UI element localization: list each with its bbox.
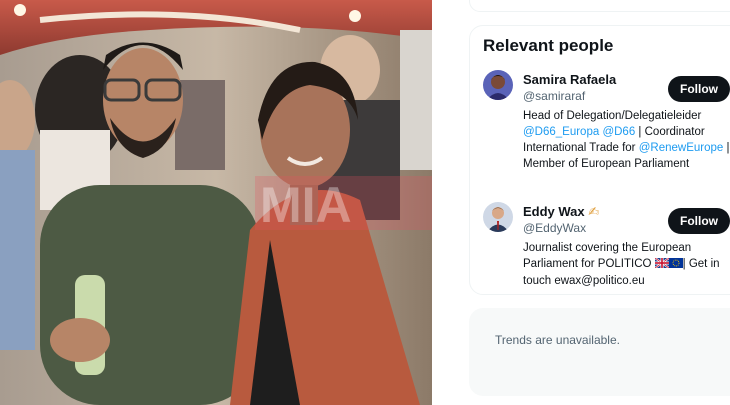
follow-button[interactable]: Follow [668, 76, 730, 102]
trends-card: Trends are unavailable. [469, 308, 730, 396]
person-handle[interactable]: @samiraraf [523, 89, 585, 103]
column-separator [432, 0, 444, 405]
trends-unavailable-text: Trends are unavailable. [495, 333, 620, 347]
person-bio: Head of Delegation/Delegatieleider @D66_… [523, 108, 730, 172]
person-name[interactable]: Samira Rafaela [523, 72, 616, 87]
person-handle[interactable]: @EddyWax [523, 221, 586, 235]
person-name-text[interactable]: Eddy Wax [523, 204, 585, 219]
uk-flag-icon [654, 257, 670, 273]
watermark-text: MIA [260, 177, 352, 233]
person-name[interactable]: Eddy Wax ✍ [523, 204, 599, 220]
person-bio: Journalist covering the European Parliam… [523, 240, 730, 289]
avatar[interactable] [483, 70, 513, 100]
photo-illustration: MIA [0, 0, 432, 405]
person-item[interactable]: Samira Rafaela @samiraraf Follow Head of… [470, 70, 730, 194]
relevant-people-card: Relevant people Samira Rafaela @samirara… [469, 25, 730, 295]
avatar[interactable] [483, 202, 513, 232]
writing-hand-icon: ✍ [588, 204, 600, 219]
right-sidebar: Relevant people Samira Rafaela @samirara… [444, 0, 730, 405]
bio-mention-link[interactable]: @D66 [602, 126, 635, 138]
follow-button[interactable]: Follow [668, 208, 730, 234]
bio-text: Head of Delegation/Delegatieleider [523, 110, 702, 122]
previous-card [469, 0, 730, 12]
card-title: Relevant people [483, 36, 614, 55]
bio-mention-link[interactable]: @RenewEurope [639, 142, 724, 154]
eu-flag-icon [668, 257, 683, 273]
person-item[interactable]: Eddy Wax ✍ @EddyWax Follow Journalist co… [470, 202, 730, 292]
bio-mention-link[interactable]: @D66_Europa [523, 126, 599, 138]
tweet-photo[interactable]: MIA [0, 0, 432, 405]
